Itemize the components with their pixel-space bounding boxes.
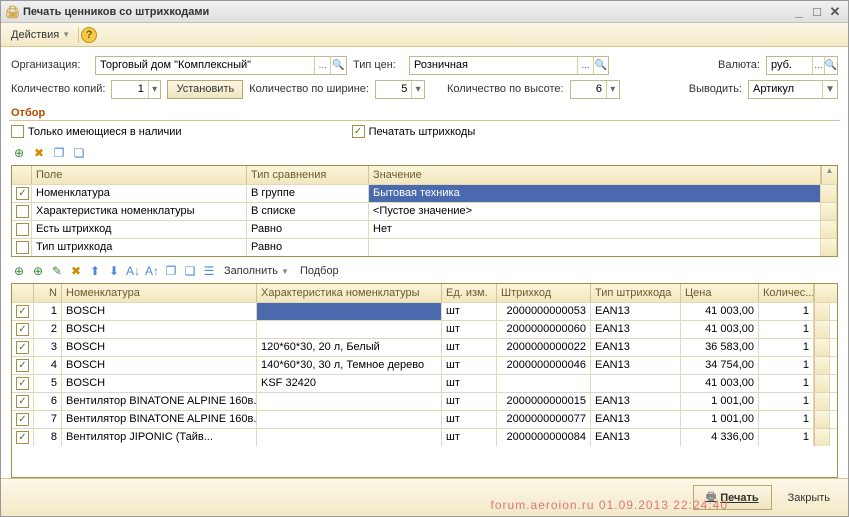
- delete-filter-icon[interactable]: ✖: [31, 145, 47, 161]
- pricetype-lookup-icon[interactable]: ...: [577, 57, 592, 74]
- item-row[interactable]: ✓ 2 BOSCH шт 2000000000060 EAN13 41 003,…: [12, 320, 837, 338]
- org-search-icon[interactable]: 🔍: [330, 57, 346, 74]
- output-field[interactable]: ▼: [748, 80, 838, 99]
- select-button[interactable]: Подбор: [296, 263, 343, 279]
- filter-col-cmp[interactable]: Тип сравнения: [247, 166, 369, 184]
- col-price[interactable]: Цена: [681, 284, 759, 302]
- filter-row[interactable]: Характеристика номенклатуры В списке <Пу…: [12, 202, 837, 220]
- height-field[interactable]: ▾: [570, 80, 620, 99]
- filter-scroll[interactable]: ▲: [821, 166, 837, 184]
- org-lookup-icon[interactable]: ...: [314, 57, 330, 74]
- grid2-edit-icon[interactable]: ✎: [49, 263, 65, 279]
- paste-filter-icon[interactable]: ❏: [71, 145, 87, 161]
- currency-search-icon[interactable]: 🔍: [824, 57, 837, 74]
- filter-row[interactable]: ✓ Номенклатура В группе Бытовая техника: [12, 184, 837, 202]
- col-bar[interactable]: Штрихкод: [497, 284, 591, 302]
- col-check[interactable]: [12, 284, 34, 302]
- item-row[interactable]: ✓ 8 Вентилятор JIPONIC (Тайв... шт 20000…: [12, 428, 837, 446]
- close-link[interactable]: Закрыть: [780, 490, 838, 506]
- pricetype-search-icon[interactable]: 🔍: [593, 57, 608, 74]
- print-barcodes-checkbox[interactable]: ✓Печатать штрихкоды: [352, 125, 476, 138]
- copies-label: Количество копий:: [11, 83, 105, 95]
- filter-section-title: Отбор: [1, 103, 848, 119]
- grid2-insert-icon[interactable]: ⊕: [30, 263, 46, 279]
- add-filter-icon[interactable]: ⊕: [11, 145, 27, 161]
- window-title: Печать ценников со штрихкодами: [23, 6, 209, 18]
- copy-filter-icon[interactable]: ❐: [51, 145, 67, 161]
- pricetype-label: Тип цен:: [353, 59, 403, 71]
- col-n[interactable]: N: [34, 284, 62, 302]
- watermark: forum.aeroion.ru 01.09.2013 22:24:40: [491, 498, 728, 512]
- help-button[interactable]: ?: [81, 27, 97, 43]
- grid2-movedown-icon[interactable]: ⬇: [106, 263, 122, 279]
- col-ed[interactable]: Ед. изм.: [442, 284, 497, 302]
- grid2-moveup-icon[interactable]: ⬆: [87, 263, 103, 279]
- width-label: Количество по ширине:: [249, 83, 369, 95]
- pricetype-field[interactable]: ...🔍: [409, 56, 609, 75]
- grid2-sort-asc-icon[interactable]: A↓: [125, 263, 141, 279]
- filter-grid[interactable]: Поле Тип сравнения Значение ▲ ✓ Номенкла…: [11, 165, 838, 257]
- org-field[interactable]: ...🔍: [95, 56, 347, 75]
- item-row[interactable]: ✓ 6 Вентилятор BINATONE ALPINE 160в... ш…: [12, 392, 837, 410]
- col-qty[interactable]: Количес...: [759, 284, 814, 302]
- main-toolbar: Действия▼ ?: [1, 23, 848, 47]
- item-row[interactable]: ✓ 1 BOSCH шт 2000000000053 EAN13 41 003,…: [12, 302, 837, 320]
- col-nom[interactable]: Номенклатура: [62, 284, 257, 302]
- item-row[interactable]: ✓ 7 Вентилятор BINATONE ALPINE 160в... ш…: [12, 410, 837, 428]
- width-field[interactable]: ▾: [375, 80, 425, 99]
- items-grid[interactable]: N Номенклатура Характеристика номенклату…: [11, 283, 838, 478]
- col-typ[interactable]: Тип штрихкода: [591, 284, 681, 302]
- currency-field[interactable]: ...🔍: [766, 56, 838, 75]
- grid2-delete-icon[interactable]: ✖: [68, 263, 84, 279]
- width-spinner-icon[interactable]: ▾: [411, 81, 424, 98]
- height-label: Количество по высоте:: [447, 83, 564, 95]
- output-label: Выводить:: [689, 83, 742, 95]
- grid2-add-icon[interactable]: ⊕: [11, 263, 27, 279]
- grid2-sort-desc-icon[interactable]: A↑: [144, 263, 160, 279]
- filter-row[interactable]: Тип штрихкода Равно: [12, 238, 837, 256]
- item-row[interactable]: ✓ 3 BOSCH 120*60*30, 20 л, Белый шт 2000…: [12, 338, 837, 356]
- currency-label: Валюта:: [718, 59, 760, 71]
- grid2-paste-icon[interactable]: ❏: [182, 263, 198, 279]
- close-button[interactable]: ✕: [826, 4, 844, 20]
- actions-menu[interactable]: Действия▼: [5, 27, 76, 43]
- minimize-button[interactable]: _: [790, 4, 808, 19]
- org-label: Организация:: [11, 59, 89, 71]
- filter-col-field[interactable]: Поле: [32, 166, 247, 184]
- filter-row[interactable]: Есть штрихкод Равно Нет: [12, 220, 837, 238]
- set-button[interactable]: Установить: [167, 80, 243, 99]
- title-bar: 🖨 Печать ценников со штрихкодами _ □ ✕: [1, 1, 848, 23]
- grid2-copy-icon[interactable]: ❐: [163, 263, 179, 279]
- item-row[interactable]: ✓ 5 BOSCH KSF 32420 шт 41 003,00 1: [12, 374, 837, 392]
- fill-button[interactable]: Заполнить▼: [220, 263, 293, 279]
- col-char[interactable]: Характеристика номенклатуры: [257, 284, 442, 302]
- copies-spinner-icon[interactable]: ▾: [148, 81, 161, 98]
- grid2-list-icon[interactable]: ☰: [201, 263, 217, 279]
- height-spinner-icon[interactable]: ▾: [606, 81, 619, 98]
- app-icon: 🖨: [5, 5, 19, 19]
- item-row[interactable]: ✓ 4 BOSCH 140*60*30, 30 л, Темное дерево…: [12, 356, 837, 374]
- maximize-button[interactable]: □: [808, 4, 826, 19]
- output-dropdown-icon[interactable]: ▼: [822, 81, 837, 98]
- copies-field[interactable]: ▾: [111, 80, 161, 99]
- filter-col-val[interactable]: Значение: [369, 166, 821, 184]
- only-stock-checkbox[interactable]: Только имеющиеся в наличии: [11, 125, 182, 138]
- grid2-scroll[interactable]: [814, 284, 830, 302]
- filter-col-check[interactable]: [12, 166, 32, 184]
- currency-lookup-icon[interactable]: ...: [812, 57, 823, 74]
